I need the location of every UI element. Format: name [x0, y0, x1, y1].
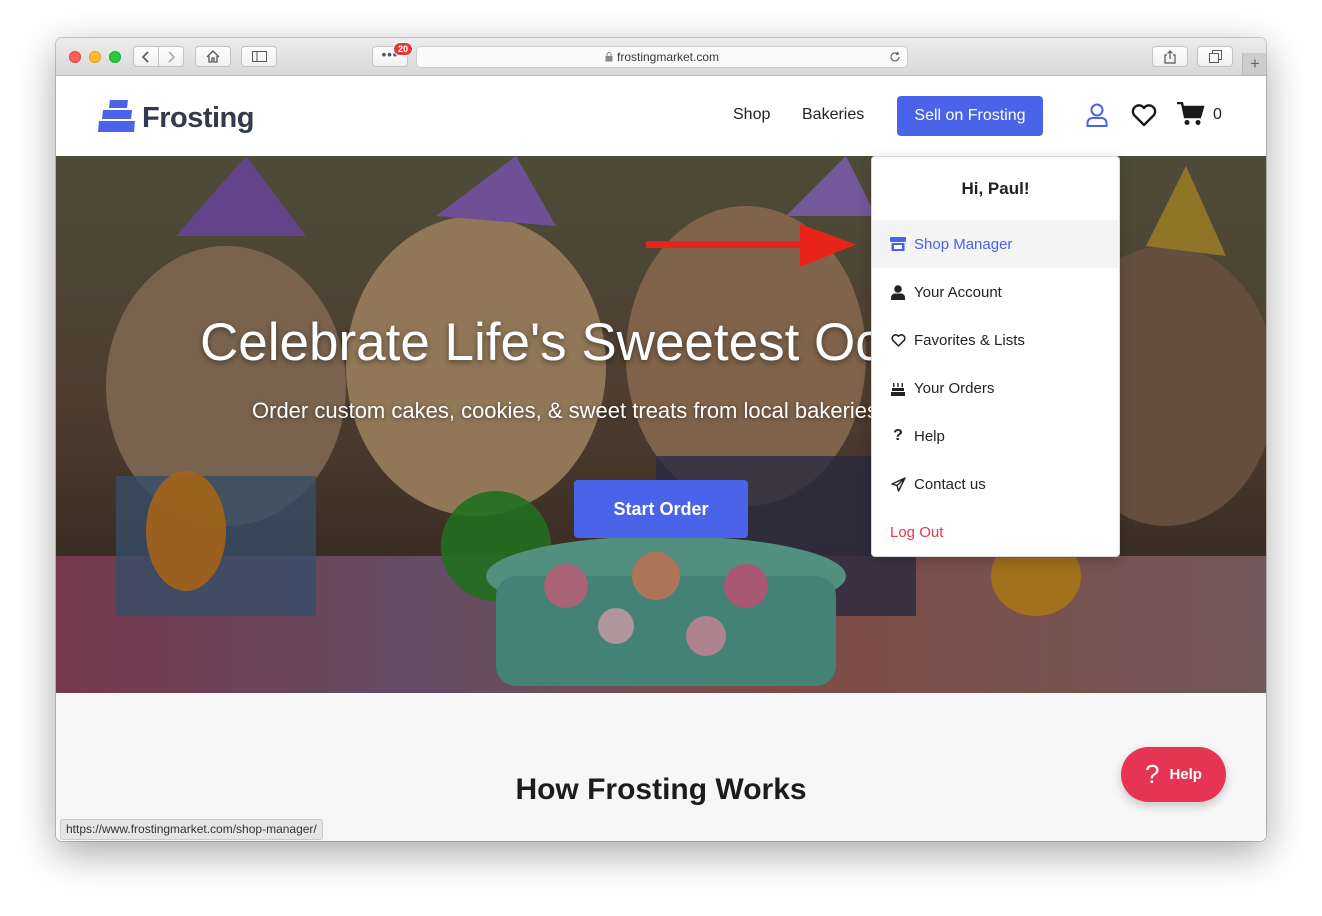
store-icon: [890, 236, 906, 252]
greeting: Hi, Paul!: [961, 179, 1030, 198]
menu-item-shop-manager[interactable]: Shop Manager: [872, 220, 1119, 268]
menu-item-label: Shop Manager: [914, 235, 1013, 253]
question-icon: ?: [1145, 759, 1160, 789]
cart-count: 0: [1213, 106, 1222, 123]
cake-logo-icon: [98, 100, 135, 132]
menu-item-label: Your Orders: [914, 379, 995, 397]
plus-icon: +: [1250, 54, 1260, 73]
account-dropdown-menu: Hi, Paul! Shop Manager Your Account Favo…: [871, 156, 1120, 557]
menu-item-your-account[interactable]: Your Account: [872, 268, 1119, 316]
share-button[interactable]: [1152, 46, 1188, 67]
brand-logo[interactable]: Frosting: [98, 98, 318, 138]
reload-icon[interactable]: [889, 51, 901, 63]
logo-text: Frosting: [142, 102, 255, 134]
back-button[interactable]: [133, 46, 159, 67]
chevron-right-icon: [168, 50, 175, 63]
start-order-button[interactable]: Start Order: [574, 480, 748, 538]
sidebar-button[interactable]: [241, 46, 277, 67]
paper-plane-icon: [890, 476, 906, 492]
question-icon: ?: [893, 427, 903, 444]
logout-label: Log Out: [890, 523, 944, 541]
home-icon: [206, 50, 220, 63]
address-bar[interactable]: frostingmarket.com: [416, 46, 908, 68]
browser-window: ••• 20 frostingmarket.com + Frosting Sho…: [56, 38, 1266, 841]
section-title: How Frosting Works: [515, 773, 807, 806]
annotation-arrow-icon: [646, 224, 856, 267]
new-tab-button[interactable]: +: [1242, 53, 1266, 75]
help-widget-button[interactable]: ? Help: [1121, 747, 1226, 802]
heart-icon: [890, 332, 906, 348]
menu-item-label: Help: [914, 427, 945, 445]
browser-toolbar: ••• 20 frostingmarket.com +: [56, 38, 1266, 76]
tabs-icon: [1208, 50, 1222, 63]
nav-bakeries[interactable]: Bakeries: [802, 106, 864, 124]
sell-on-frosting-button[interactable]: Sell on Frosting: [897, 96, 1043, 136]
close-window-button[interactable]: [69, 51, 81, 63]
site-header: Frosting Shop Bakeries Sell on Frosting …: [56, 76, 1266, 156]
user-icon[interactable]: [1086, 103, 1108, 127]
share-icon: [1164, 49, 1176, 64]
home-button[interactable]: [195, 46, 231, 67]
menu-item-favorites[interactable]: Favorites & Lists: [872, 316, 1119, 364]
user-icon: [890, 284, 906, 300]
url-text: frostingmarket.com: [616, 50, 720, 64]
cake-icon: [890, 380, 906, 396]
menu-item-log-out[interactable]: Log Out: [872, 508, 1119, 556]
link-status-bar: https://www.frostingmarket.com/shop-mana…: [60, 819, 323, 840]
lock-icon: [605, 52, 613, 62]
menu-item-your-orders[interactable]: Your Orders: [872, 364, 1119, 412]
tabs-badge: 20: [393, 42, 414, 56]
forward-button[interactable]: [158, 46, 184, 67]
maximize-window-button[interactable]: [109, 51, 121, 63]
menu-item-contact-us[interactable]: Contact us: [872, 460, 1119, 508]
chevron-left-icon: [142, 50, 149, 63]
cart-icon[interactable]: [1177, 102, 1205, 126]
menu-item-label: Your Account: [914, 283, 1002, 301]
help-widget-label: Help: [1169, 766, 1202, 783]
heart-icon[interactable]: [1131, 104, 1157, 127]
minimize-window-button[interactable]: [89, 51, 101, 63]
nav-shop[interactable]: Shop: [733, 106, 770, 124]
tabs-button[interactable]: [1197, 46, 1233, 67]
sidebar-icon: [251, 51, 267, 62]
menu-item-help[interactable]: ? Help: [872, 412, 1119, 460]
hero-subtitle: Order custom cakes, cookies, & sweet tre…: [252, 398, 879, 423]
menu-item-label: Contact us: [914, 475, 986, 493]
menu-item-label: Favorites & Lists: [914, 331, 1025, 349]
